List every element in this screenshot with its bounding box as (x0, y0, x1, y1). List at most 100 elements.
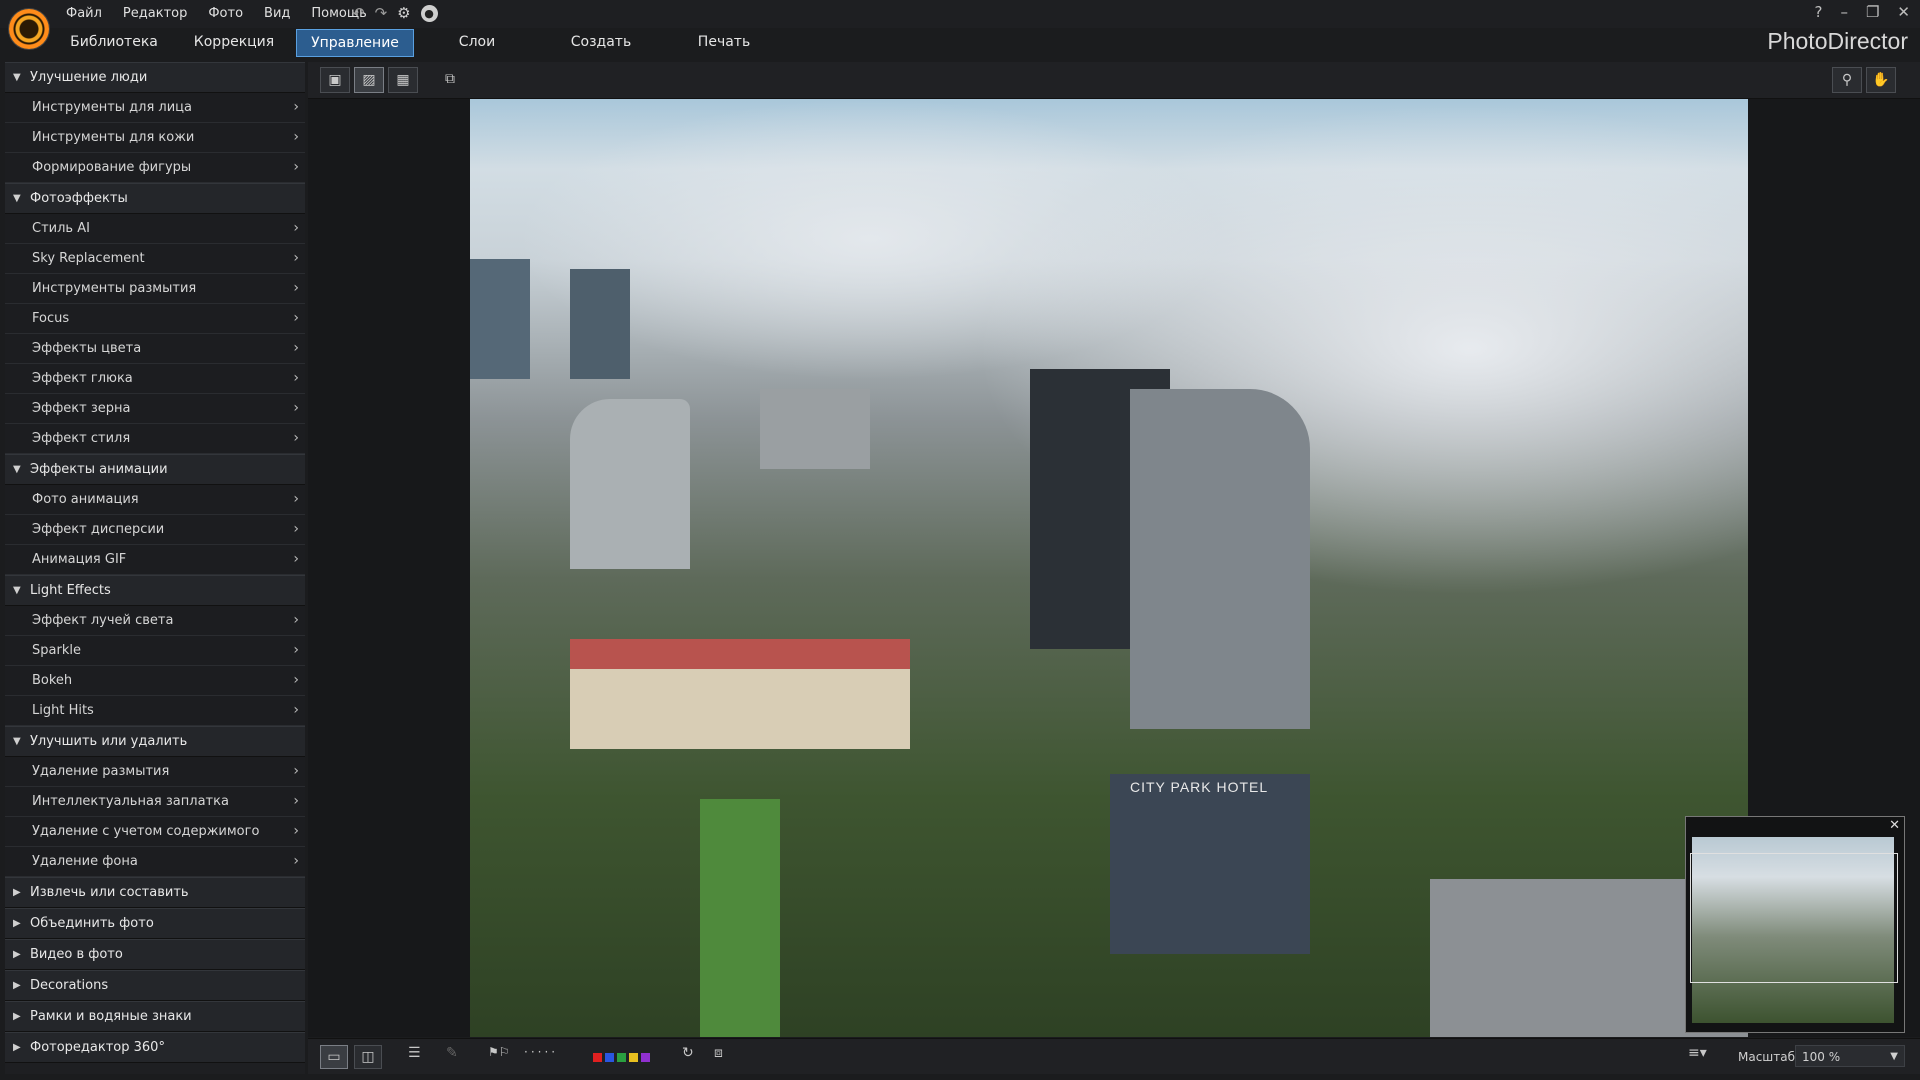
sidebar-item[interactable]: Инструменты размытия › (5, 274, 305, 304)
tab-layers[interactable]: Слои (414, 29, 540, 55)
compare-view-button[interactable]: ▣ (320, 67, 350, 93)
sidebar-item[interactable]: Удаление размытия › (5, 757, 305, 787)
minimize-button[interactable]: – (1840, 3, 1848, 21)
menu-photo[interactable]: Фото (208, 6, 243, 21)
edit-pen-icon[interactable]: ✎ (446, 1045, 458, 1061)
sidebar-item[interactable]: Удаление с учетом содержимого › (5, 817, 305, 847)
chevron-right-icon: › (293, 370, 299, 386)
photo-preview[interactable]: CITY PARK HOTEL (470, 99, 1748, 1037)
sidebar-group[interactable]: ▼ Light Effects (5, 575, 305, 606)
sidebar-item-label: Эффекты цвета (32, 341, 142, 356)
sidebar-group-label: Эффекты анимации (30, 462, 168, 477)
flag-icon[interactable]: ⚑⚐ (488, 1045, 510, 1059)
navigator-close-icon[interactable]: ✕ (1889, 818, 1900, 833)
sidebar-group[interactable]: ▼ Улучшение люди (5, 62, 305, 93)
sidebar-group[interactable]: ▶ Decorations (5, 970, 305, 1001)
sidebar-group[interactable]: ▼ Эффекты анимации (5, 454, 305, 485)
tab-correction[interactable]: Коррекция (172, 29, 296, 55)
menu-file[interactable]: Файл (66, 6, 102, 21)
rotate-icon[interactable]: ↻ (682, 1045, 694, 1061)
notification-icon[interactable]: ● (420, 4, 438, 22)
sidebar-group[interactable]: ▶ Извлечь или составить (5, 877, 305, 908)
sidebar-group[interactable]: ▶ Видео в фото (5, 939, 305, 970)
single-preview-button[interactable]: ▭ (320, 1045, 348, 1069)
sidebar-group[interactable]: ▶ Фоторедактор 360° (5, 1032, 305, 1063)
tab-manage[interactable]: Управление (296, 29, 414, 57)
sidebar-group[interactable]: ▶ Рамки и водяные знаки (5, 1001, 305, 1032)
restore-button[interactable]: ❐ (1866, 3, 1879, 21)
chevron-right-icon: › (293, 400, 299, 416)
chevron-right-icon: › (293, 853, 299, 869)
color-label-blue[interactable] (605, 1053, 614, 1062)
hotel-sign: CITY PARK HOTEL (1130, 779, 1269, 795)
chevron-right-icon: › (293, 310, 299, 326)
sidebar-item[interactable]: Эффект зерна › (5, 394, 305, 424)
sidebar-item[interactable]: Инструменты для кожи › (5, 123, 305, 153)
sidebar-item[interactable]: Эффект глюка › (5, 364, 305, 394)
chevron-down-icon: ▼ (1890, 1051, 1898, 1062)
sidebar-item[interactable]: Эффекты цвета › (5, 334, 305, 364)
sidebar-group[interactable]: ▼ Фотоэффекты (5, 183, 305, 214)
sidebar-item-label: Эффект глюка (32, 371, 133, 386)
chevron-right-icon: › (293, 491, 299, 507)
sidebar-group-label: Объединить фото (30, 916, 154, 931)
rating-dots-icon[interactable]: ····· (524, 1045, 558, 1059)
chevron-right-icon: › (293, 612, 299, 628)
sidebar-item[interactable]: Эффект стиля › (5, 424, 305, 454)
sidebar-item[interactable]: Инструменты для лица › (5, 93, 305, 123)
sidebar-item[interactable]: Стиль AI › (5, 214, 305, 244)
sidebar-item[interactable]: Фото анимация › (5, 485, 305, 515)
color-label-purple[interactable] (641, 1053, 650, 1062)
sidebar-item[interactable]: Light Hits › (5, 696, 305, 726)
sidebar-group-label: Фоторедактор 360° (30, 1040, 165, 1055)
chevron-right-icon: › (293, 521, 299, 537)
sidebar-group-label: Извлечь или составить (30, 885, 189, 900)
sidebar-item[interactable]: Sky Replacement › (5, 244, 305, 274)
navigator-viewport-frame[interactable] (1690, 853, 1898, 983)
sidebar-item[interactable]: Эффект лучей света › (5, 606, 305, 636)
zoom-tool-button[interactable]: ⚲ (1832, 67, 1862, 93)
navigator-panel: ✕ (1685, 816, 1905, 1033)
crop-screen-icon[interactable]: ⧈ (714, 1045, 723, 1061)
gear-icon[interactable]: ⚙ (397, 4, 410, 22)
menu-editor[interactable]: Редактор (123, 6, 187, 21)
hand-tool-button[interactable]: ✋ (1866, 67, 1896, 93)
sidebar-item[interactable]: Bokeh › (5, 666, 305, 696)
single-view-button[interactable]: ▨ (354, 67, 384, 93)
sidebar-item[interactable]: Формирование фигуры › (5, 153, 305, 183)
zoom-select[interactable]: 100 % ▼ (1795, 1045, 1905, 1067)
menu-view[interactable]: Вид (264, 6, 290, 21)
tab-library[interactable]: Библиотека (56, 29, 172, 55)
sidebar-item-label: Эффект зерна (32, 401, 131, 416)
sidebar-item-label: Bokeh (32, 673, 73, 688)
help-button[interactable]: ? (1815, 3, 1823, 21)
tab-create[interactable]: Создать (540, 29, 662, 55)
sidebar-group-label: Рамки и водяные знаки (30, 1009, 192, 1024)
sidebar-item-label: Удаление с учетом содержимого (32, 824, 260, 839)
tab-print[interactable]: Печать (662, 29, 786, 55)
sidebar-item[interactable]: Эффект дисперсии › (5, 515, 305, 545)
close-button[interactable]: ✕ (1897, 3, 1910, 21)
color-label-red[interactable] (593, 1053, 602, 1062)
undo-icon[interactable]: ↶ (352, 4, 365, 22)
sidebar-group-label: Видео в фото (30, 947, 123, 962)
panel-menu-icon[interactable]: ≡▾ (1688, 1045, 1707, 1061)
redo-icon[interactable]: ↷ (375, 4, 388, 22)
sidebar-item[interactable]: Focus › (5, 304, 305, 334)
triangle-down-icon: ▼ (13, 736, 21, 747)
batch-icon[interactable]: ☰ (408, 1045, 421, 1061)
monitor-view-button[interactable]: ⧉ (436, 67, 464, 91)
sidebar-item[interactable]: Удаление фона › (5, 847, 305, 877)
chevron-right-icon: › (293, 99, 299, 115)
color-label-yellow[interactable] (629, 1053, 638, 1062)
sidebar-item[interactable]: Анимация GIF › (5, 545, 305, 575)
sidebar-item[interactable]: Sparkle › (5, 636, 305, 666)
sidebar-group[interactable]: ▶ Объединить фото (5, 908, 305, 939)
side-by-side-button[interactable]: ◫ (354, 1045, 382, 1069)
grid-view-button[interactable]: ▦ (388, 67, 418, 93)
sidebar-group[interactable]: ▼ Улучшить или удалить (5, 726, 305, 757)
chevron-right-icon: › (293, 159, 299, 175)
color-label-green[interactable] (617, 1053, 626, 1062)
triangle-right-icon: ▶ (13, 1042, 21, 1053)
sidebar-item[interactable]: Интеллектуальная заплатка › (5, 787, 305, 817)
